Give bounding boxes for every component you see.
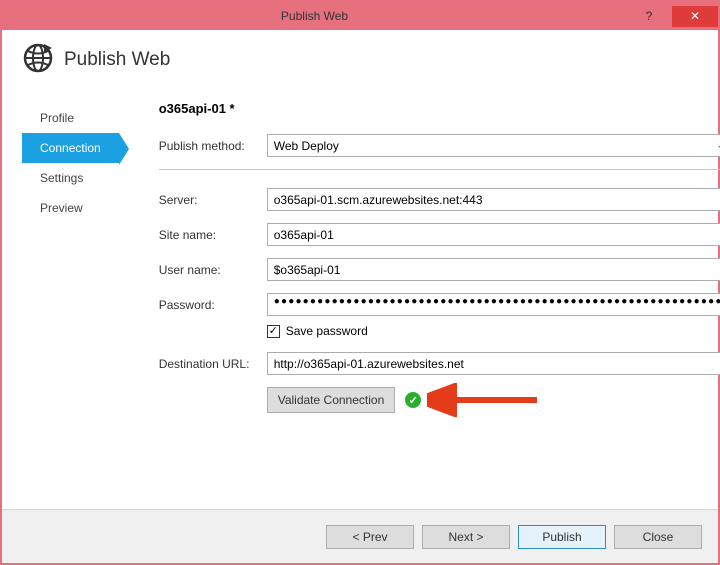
publish-button[interactable]: Publish: [518, 525, 606, 549]
validate-connection-button[interactable]: Validate Connection: [267, 387, 396, 413]
dialog-footer: < Prev Next > Publish Close: [2, 509, 718, 563]
server-label: Server:: [159, 193, 267, 207]
password-label: Password:: [159, 298, 267, 312]
divider: [159, 169, 720, 170]
user-name-label: User name:: [159, 263, 267, 277]
save-password-checkbox[interactable]: ✓: [267, 325, 280, 338]
sidebar-item-label: Connection: [40, 141, 101, 155]
sidebar-item-connection[interactable]: Connection: [22, 133, 119, 163]
close-button[interactable]: Close: [614, 525, 702, 549]
titlebar[interactable]: Publish Web ? ✕: [2, 2, 718, 30]
site-name-input[interactable]: [267, 223, 720, 246]
annotation-arrow-icon: [427, 383, 547, 417]
publish-web-dialog: Publish Web ? ✕ Publish Web Profile: [0, 0, 720, 565]
password-input[interactable]: ●●●●●●●●●●●●●●●●●●●●●●●●●●●●●●●●●●●●●●●●…: [267, 293, 720, 316]
sidebar-item-label: Preview: [40, 201, 83, 215]
wizard-steps-sidebar: Profile Connection Settings Preview: [22, 99, 119, 413]
sidebar-item-label: Settings: [40, 171, 83, 185]
prev-button[interactable]: < Prev: [326, 525, 414, 549]
publish-method-label: Publish method:: [159, 139, 267, 153]
close-window-button[interactable]: ✕: [672, 6, 718, 27]
save-password-label: Save password: [286, 324, 368, 338]
server-input[interactable]: [267, 188, 720, 211]
check-icon: ✓: [269, 326, 278, 337]
site-name-label: Site name:: [159, 228, 267, 242]
next-button[interactable]: Next >: [422, 525, 510, 549]
user-name-input[interactable]: [267, 258, 720, 281]
destination-url-input[interactable]: [267, 352, 720, 375]
connection-panel: o365api-01 * Publish method: Web Deploy …: [119, 99, 720, 413]
chevron-down-icon: ⌄: [716, 140, 720, 151]
publish-method-select[interactable]: Web Deploy ⌄: [267, 134, 720, 157]
success-check-icon: ✓: [405, 392, 421, 408]
sidebar-item-profile[interactable]: Profile: [22, 103, 119, 133]
sidebar-item-preview[interactable]: Preview: [22, 193, 119, 223]
profile-name: o365api-01 *: [159, 101, 720, 116]
destination-url-label: Destination URL:: [159, 357, 267, 371]
page-title: Publish Web: [64, 49, 170, 71]
globe-icon: [22, 42, 54, 77]
publish-method-value: Web Deploy: [274, 139, 339, 153]
help-button[interactable]: ?: [627, 6, 671, 26]
window-title: Publish Web: [2, 9, 627, 23]
sidebar-item-label: Profile: [40, 111, 74, 125]
close-icon: ✕: [690, 9, 700, 23]
sidebar-item-settings[interactable]: Settings: [22, 163, 119, 193]
